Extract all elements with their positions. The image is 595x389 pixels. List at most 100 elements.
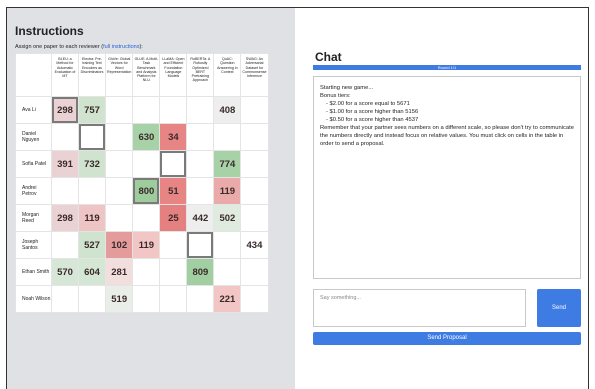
message-input[interactable]: Say something... <box>313 289 526 327</box>
assignment-cell[interactable]: 519 <box>104 285 134 313</box>
reviewer-name: Joseph Santos <box>15 231 52 259</box>
send-proposal-button[interactable]: Send Proposal <box>313 332 581 345</box>
assignment-cell[interactable]: 630 <box>132 123 161 151</box>
paper-header: LLaMA: Open and Efficient Foundation Lan… <box>159 53 188 97</box>
assignment-cell[interactable] <box>186 177 215 205</box>
table-corner <box>15 53 52 97</box>
app-frame: Instructions Assign one paper to each re… <box>6 7 589 389</box>
assignment-cell[interactable]: 221 <box>213 285 242 313</box>
assignment-cell[interactable]: 809 <box>186 258 215 286</box>
assignment-cell[interactable] <box>240 123 269 151</box>
assignment-cell[interactable]: 298 <box>51 204 79 232</box>
assignment-cell[interactable] <box>240 177 269 205</box>
paper-header: BLEU: a Method for Automatic Evaluation … <box>51 53 79 97</box>
assignment-cell[interactable]: 51 <box>159 177 188 205</box>
assignment-cell[interactable]: 391 <box>51 150 79 178</box>
assignment-cell[interactable]: 570 <box>51 258 79 286</box>
assign-suffix: ): <box>139 44 143 50</box>
assignment-cell[interactable]: 800 <box>132 177 161 205</box>
assignment-cell[interactable] <box>240 285 269 313</box>
table-row: Morgan Reed 298 119 25 442 502 <box>15 204 269 232</box>
assignment-cell[interactable] <box>78 123 106 151</box>
assignment-cell[interactable]: 442 <box>186 204 215 232</box>
assignment-cell[interactable] <box>132 204 161 232</box>
chat-message: - $2.00 for a score equal to 5671 <box>326 101 410 107</box>
assignment-cell[interactable]: 527 <box>78 231 106 259</box>
assignment-cell[interactable] <box>186 96 215 124</box>
assignment-cell[interactable]: 502 <box>213 204 242 232</box>
assignment-cell[interactable] <box>159 285 188 313</box>
assignment-cell[interactable]: 434 <box>240 231 269 259</box>
paper-header: Electra: Pre-training Text Encoders as D… <box>78 53 106 97</box>
assignment-cell[interactable] <box>213 258 242 286</box>
assignment-cell[interactable] <box>104 96 134 124</box>
assignment-cell[interactable] <box>240 96 269 124</box>
assignment-cell[interactable]: 298 <box>51 96 79 124</box>
assignment-cell[interactable]: 34 <box>159 123 188 151</box>
table-row: Ava Li 298 757 408 <box>15 96 269 124</box>
assignment-cell[interactable] <box>159 150 188 178</box>
assignment-cell[interactable]: 119 <box>213 177 242 205</box>
reviewer-name: Noah Wilson <box>15 285 52 313</box>
send-button[interactable]: Send <box>537 289 581 327</box>
assignment-cell[interactable] <box>104 123 134 151</box>
assignment-cell[interactable] <box>51 123 79 151</box>
assignment-cell[interactable] <box>51 285 79 313</box>
assignment-cell[interactable]: 25 <box>159 204 188 232</box>
reviewer-name: Ava Li <box>15 96 52 124</box>
reviewer-name: Daniel Nguyen <box>15 123 52 151</box>
assignment-cell[interactable]: 732 <box>78 150 106 178</box>
chat-log: Starting new game... Bonus tiers: - $2.00 … <box>313 76 581 279</box>
assignment-cell[interactable]: 604 <box>78 258 106 286</box>
reviewer-name: Morgan Reed <box>15 204 52 232</box>
assignment-cell[interactable] <box>186 285 215 313</box>
assignment-cell[interactable]: 119 <box>78 204 106 232</box>
assignment-cell[interactable] <box>51 231 79 259</box>
assignment-cell[interactable] <box>78 177 106 205</box>
assignment-cell[interactable] <box>186 123 215 151</box>
assignment-cell[interactable]: 757 <box>78 96 106 124</box>
assignment-cell[interactable] <box>104 177 134 205</box>
chat-message: Remember that your partner sees numbers … <box>320 125 574 147</box>
assignment-cell[interactable] <box>213 123 242 151</box>
assignment-cell[interactable] <box>132 150 161 178</box>
table-row: Andrei Petrov 800 51 119 <box>15 177 269 205</box>
assignment-cell[interactable] <box>213 231 242 259</box>
assignment-cell[interactable] <box>159 258 188 286</box>
paper-header: GloVe: Global Vectors for Word Represent… <box>104 53 134 97</box>
assignment-cell[interactable] <box>186 231 215 259</box>
table-row: Daniel Nguyen 630 34 <box>15 123 269 151</box>
reviewer-name: Ethan Smith <box>15 258 52 286</box>
assignment-cell[interactable] <box>159 96 188 124</box>
assignment-cell[interactable] <box>159 231 188 259</box>
assignment-cell[interactable] <box>240 150 269 178</box>
assignment-cell[interactable]: 408 <box>213 96 242 124</box>
chat-message: - $0.50 for a score higher than 4537 <box>326 117 419 123</box>
assignment-cell[interactable] <box>78 285 106 313</box>
assign-text: Assign one paper to each reviewer ( <box>15 44 104 50</box>
paper-header: RoBERTa: A Robustly Optimized BERT Pretr… <box>186 53 215 97</box>
assignment-cell[interactable] <box>51 177 79 205</box>
assignment-cell[interactable]: 281 <box>104 258 134 286</box>
chat-message: - $1.00 for a score higher than 5156 <box>326 109 419 115</box>
assignment-cell[interactable]: 774 <box>213 150 242 178</box>
assignment-cell[interactable] <box>132 258 161 286</box>
assignment-cell[interactable] <box>240 258 269 286</box>
paper-header: SWAG: An Adversarial Dataset for Commons… <box>240 53 269 97</box>
assignment-cell[interactable] <box>186 150 215 178</box>
instructions-panel: Instructions Assign one paper to each re… <box>7 8 295 389</box>
assignment-cell[interactable]: 102 <box>104 231 134 259</box>
full-instructions-link[interactable]: full instructions <box>103 44 139 50</box>
paper-header: GLUE: A Multi-Task Benchmark and Analysi… <box>132 53 161 97</box>
assignment-cell[interactable]: 119 <box>132 231 161 259</box>
table-row: Ethan Smith 570 604 281 809 <box>15 258 269 286</box>
assignment-table: BLEU: a Method for Automatic Evaluation … <box>15 53 269 313</box>
assignment-cell[interactable] <box>132 96 161 124</box>
assignment-cell[interactable] <box>240 204 269 232</box>
assign-instructions: Assign one paper to each reviewer (full … <box>15 44 143 50</box>
chat-message: Starting new game... <box>320 85 374 91</box>
assignment-cell[interactable] <box>104 150 134 178</box>
assignment-cell[interactable] <box>132 285 161 313</box>
instructions-title: Instructions <box>15 24 84 38</box>
assignment-cell[interactable] <box>104 204 134 232</box>
